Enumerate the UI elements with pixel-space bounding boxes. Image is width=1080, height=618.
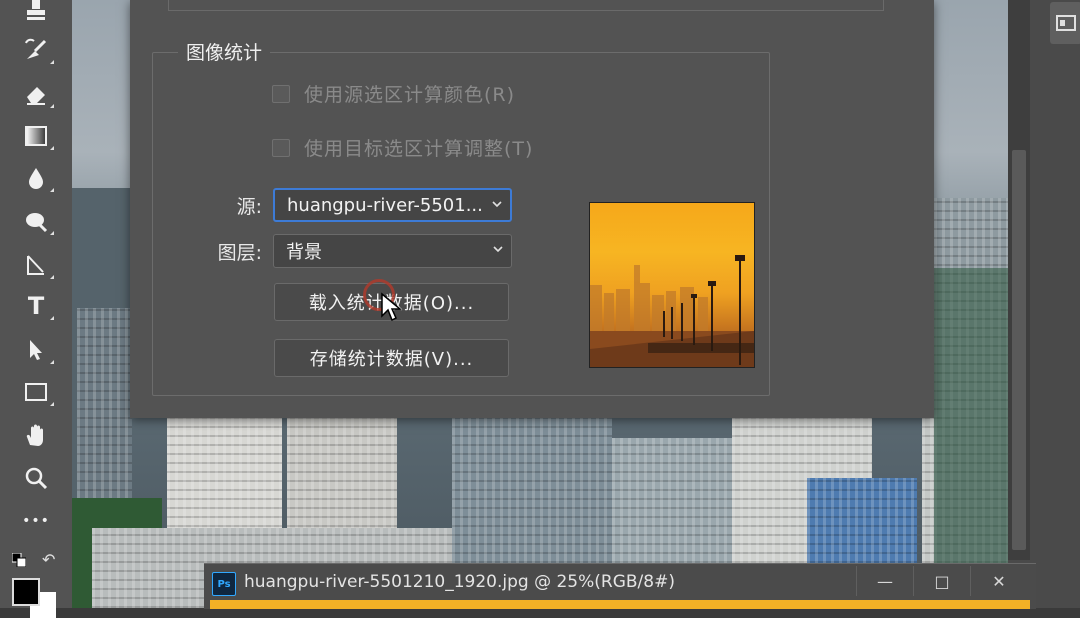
rectangle-icon[interactable]	[18, 376, 54, 408]
mouse-pointer-icon	[381, 292, 402, 322]
swap-colors-icon[interactable]: ↶	[42, 550, 55, 569]
layer-label: 图层:	[217, 242, 262, 264]
type-tool-glyph: T	[27, 292, 45, 320]
source-select-value: huangpu-river-5501...	[287, 194, 483, 216]
close-button[interactable]: ✕	[970, 566, 1027, 596]
hand-icon[interactable]	[18, 420, 54, 452]
pen-icon[interactable]	[18, 249, 54, 281]
vertical-scrollbar[interactable]	[1008, 0, 1030, 560]
use-target-selection-checkbox-row[interactable]: 使用目标选区计算调整(T)	[272, 134, 533, 161]
maximize-button[interactable]: □	[913, 566, 970, 596]
zoom-icon[interactable]	[18, 462, 54, 494]
document-title: huangpu-river-5501210_1920.jpg @ 25%(RGB…	[244, 572, 675, 592]
type-icon[interactable]: T	[18, 290, 54, 322]
save-statistics-button[interactable]: 存储统计数据(V)...	[274, 339, 509, 377]
default-colors-icon[interactable]	[11, 552, 27, 568]
gradient-icon[interactable]	[18, 120, 54, 152]
checkbox-label: 使用目标选区计算调整(T)	[304, 138, 534, 160]
source-preview-thumbnail	[589, 202, 755, 368]
skyline-preview-image	[590, 255, 754, 367]
group-title: 图像统计	[178, 38, 271, 65]
dodge-icon[interactable]	[18, 205, 54, 237]
window-controls: — □ ✕	[856, 564, 1036, 598]
source-select[interactable]: huangpu-river-5501...	[273, 188, 512, 222]
scrollbar-thumb[interactable]	[1012, 150, 1026, 550]
checkbox-label: 使用源选区计算颜色(R)	[304, 84, 516, 106]
foreground-color-swatch[interactable]	[12, 578, 40, 606]
more-icon[interactable]: •••	[18, 505, 54, 537]
minimize-button[interactable]: —	[856, 566, 913, 596]
panel-icon[interactable]	[1050, 2, 1080, 44]
photoshop-app-icon: Ps	[212, 572, 236, 596]
upper-group-border	[168, 0, 884, 11]
use-source-selection-checkbox-row[interactable]: 使用源选区计算颜色(R)	[272, 80, 515, 107]
blur-drop-icon[interactable]	[18, 162, 54, 194]
tools-panel: T ••• ↶	[0, 0, 72, 618]
chevron-down-icon	[493, 246, 503, 253]
tree-area	[934, 268, 1008, 608]
more-tools-glyph: •••	[22, 513, 50, 529]
source-label: 源:	[236, 196, 262, 218]
use-source-selection-checkbox[interactable]	[272, 84, 290, 103]
layer-select-value: 背景	[286, 242, 322, 263]
layer-select[interactable]: 背景	[273, 234, 512, 268]
use-target-selection-checkbox[interactable]	[272, 138, 290, 157]
path-select-icon[interactable]	[18, 334, 54, 366]
document-window: Ps huangpu-river-5501210_1920.jpg @ 25%(…	[204, 563, 1036, 609]
chevron-down-icon	[492, 201, 502, 208]
stamp-icon[interactable]	[18, 0, 54, 26]
layers-panel-icon	[1056, 15, 1076, 31]
eraser-icon[interactable]	[18, 78, 54, 110]
right-panel-strip	[1008, 0, 1080, 608]
history-brush-icon[interactable]	[18, 34, 54, 66]
